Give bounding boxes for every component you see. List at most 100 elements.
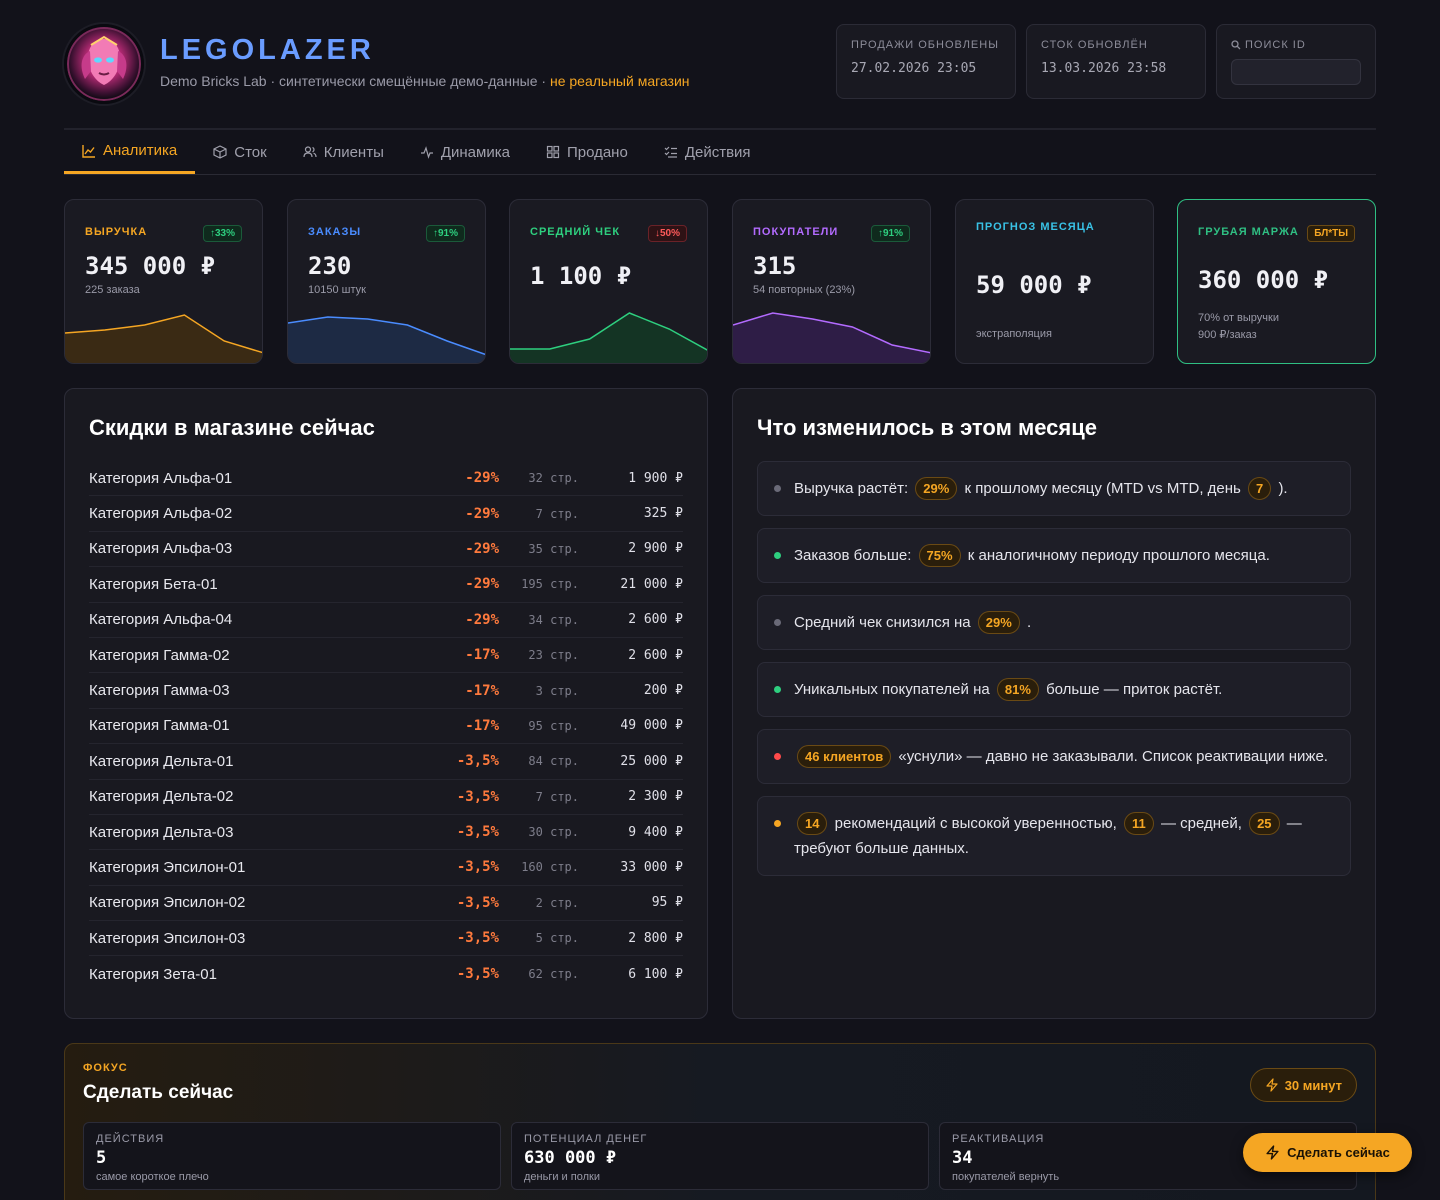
discount-row[interactable]: Категория Эпсилон-03 -3,5% 5 стр. 2 800 ₽ <box>89 921 683 957</box>
do-it-now-label: Сделать сейчас <box>1287 1145 1390 1160</box>
discount-row[interactable]: Категория Альфа-02 -29% 7 стр. 325 ₽ <box>89 496 683 532</box>
discount-row[interactable]: Категория Альфа-03 -29% 35 стр. 2 900 ₽ <box>89 532 683 568</box>
tab-clients[interactable]: Клиенты <box>285 130 402 174</box>
discount-category-name: Категория Эпсилон-01 <box>89 858 246 876</box>
discount-percent: -3,5% <box>456 966 499 983</box>
discount-item-count: 30 стр. <box>528 825 579 840</box>
discount-percent: -3,5% <box>456 859 499 876</box>
change-text: 46 клиентов «уснули» — давно не заказыва… <box>794 744 1328 769</box>
kpi-revenue-label: ВЫРУЧКА <box>85 226 148 238</box>
kpi-buyers-label: ПОКУПАТЕЛИ <box>753 226 839 238</box>
lightning-icon <box>1266 1078 1278 1092</box>
discount-row[interactable]: Категория Эпсилон-01 -3,5% 160 стр. 33 000 … <box>89 850 683 886</box>
kpi-avg-check-value: 1 100 ₽ <box>530 262 632 290</box>
change-item[interactable]: 14 рекомендаций с высокой уверенностью, … <box>757 796 1351 876</box>
kpi-forecast-sub: экстраполяция <box>976 328 1052 340</box>
focus-actions-sub: самое короткое плечо <box>96 1171 209 1183</box>
focus-money-box[interactable]: ПОТЕНЦИАЛ ДЕНЕГ 630 000 ₽ деньги и полки <box>511 1122 929 1190</box>
change-text: 14 рекомендаций с высокой уверенностью, … <box>794 811 1334 861</box>
discount-item-count: 35 стр. <box>528 541 579 556</box>
kpi-avg-check[interactable]: СРЕДНИЙ ЧЕК ↓50% 1 100 ₽ <box>509 199 708 364</box>
change-item[interactable]: Заказов больше: 75% к аналогичному перио… <box>757 528 1351 583</box>
discounts-title: Скидки в магазине сейчас <box>89 415 375 440</box>
list-check-icon <box>664 146 677 158</box>
discount-row[interactable]: Категория Альфа-01 -29% 32 стр. 1 900 ₽ <box>89 461 683 497</box>
stock-updated-card: СТОК ОБНОВЛЁН 13.03.2026 23:58 <box>1026 24 1206 99</box>
discount-row[interactable]: Категория Гамма-02 -17% 23 стр. 2 600 ₽ <box>89 638 683 674</box>
discount-row[interactable]: Категория Дельта-03 -3,5% 30 стр. 9 400 ₽ <box>89 815 683 851</box>
brand-logo[interactable] <box>64 24 144 104</box>
discount-row[interactable]: Категория Дельта-02 -3,5% 7 стр. 2 300 ₽ <box>89 780 683 815</box>
change-item[interactable]: Уникальных покупателей на 81% больше — п… <box>757 662 1351 717</box>
kpi-buyers-badge: ↑91% <box>870 225 910 242</box>
tab-dynamics-label: Динамика <box>440 143 510 161</box>
discount-category-name: Категория Гамма-01 <box>89 717 230 735</box>
discount-sum: 25 000 ₽ <box>620 753 683 769</box>
focus-actions-label: ДЕЙСТВИЯ <box>96 1133 165 1145</box>
tab-stock[interactable]: Сток <box>195 130 284 174</box>
discount-sum: 200 ₽ <box>643 683 683 699</box>
tab-analytics-label: Аналитика <box>103 142 178 159</box>
status-dot <box>774 552 781 559</box>
kpi-buyers[interactable]: ПОКУПАТЕЛИ ↑91% 315 54 повторных (23%) <box>732 199 931 364</box>
discount-percent: -29% <box>465 505 499 522</box>
lightning-icon <box>1266 1145 1279 1160</box>
discount-percent: -29% <box>465 611 499 628</box>
discount-percent: -29% <box>465 576 499 593</box>
grid-icon <box>546 145 560 159</box>
discount-row[interactable]: Категория Эпсилон-02 -3,5% 2 стр. 95 ₽ <box>89 886 683 922</box>
discount-sum: 2 300 ₽ <box>628 789 683 805</box>
kpi-margin-badge: БЛ*ТЫ <box>1307 225 1355 242</box>
discount-row[interactable]: Категория Альфа-04 -29% 34 стр. 2 600 ₽ <box>89 603 683 638</box>
discount-row[interactable]: Категория Дельта-01 -3,5% 84 стр. 25 000 ₽ <box>89 744 683 780</box>
box-icon <box>213 145 227 159</box>
kpi-avg-check-label: СРЕДНИЙ ЧЕК <box>530 226 621 238</box>
discount-row[interactable]: Категория Бета-01 -29% 195 стр. 21 000 ₽ <box>89 567 683 603</box>
discount-sum: 6 100 ₽ <box>628 966 683 982</box>
change-text-part: к прошлому месяцу (MTD vs MTD, день <box>964 480 1241 497</box>
tab-actions[interactable]: Действия <box>646 130 769 174</box>
brand-subtitle: Demo Bricks Lab · синтетически смещённые… <box>160 73 690 89</box>
kpi-revenue-value: 345 000 ₽ <box>85 252 216 280</box>
tab-sold[interactable]: Продано <box>528 130 646 174</box>
kpi-gross-margin[interactable]: ГРУБАЯ МАРЖА БЛ*ТЫ 360 000 ₽ 70% от выру… <box>1177 199 1376 364</box>
focus-label: ФОКУС <box>83 1062 128 1074</box>
do-it-now-button[interactable]: Сделать сейчас <box>1243 1133 1412 1172</box>
discount-category-name: Категория Эпсилон-03 <box>89 929 246 947</box>
discount-item-count: 160 стр. <box>521 860 579 875</box>
sparkline-area <box>65 315 262 363</box>
change-item[interactable]: Средний чек снизился на 29% . <box>757 595 1351 650</box>
change-item[interactable]: 46 клиентов «уснули» — давно не заказыва… <box>757 729 1351 784</box>
kpi-revenue[interactable]: ВЫРУЧКА ↑33% 345 000 ₽ 225 заказа <box>64 199 263 364</box>
stock-updated-value: 13.03.2026 23:58 <box>1041 61 1167 76</box>
kpi-margin-sub1: 70% от выручки <box>1198 312 1279 324</box>
discount-category-name: Категория Альфа-03 <box>89 540 233 558</box>
kpi-forecast[interactable]: ПРОГНОЗ МЕСЯЦА 59 000 ₽ экстраполяция <box>955 199 1154 364</box>
discount-item-count: 2 стр. <box>535 895 579 910</box>
tab-dynamics[interactable]: Динамика <box>402 130 528 174</box>
demo-warning: не реальный магазин <box>549 73 690 89</box>
kpi-avg-check-sparkline <box>510 312 707 363</box>
change-item[interactable]: Выручка растёт: 29% к прошлому месяцу (M… <box>757 461 1351 516</box>
kpi-margin-value: 360 000 ₽ <box>1198 266 1329 294</box>
kpi-orders[interactable]: ЗАКАЗЫ ↑91% 230 10150 штук <box>287 199 486 364</box>
discount-percent: -3,5% <box>456 788 499 805</box>
discount-row[interactable]: Категория Зета-01 -3,5% 62 стр. 6 100 ₽ <box>89 956 683 991</box>
search-label: ПОИСК ID <box>1231 39 1361 51</box>
discount-category-name: Категория Дельта-02 <box>89 788 234 806</box>
discount-row[interactable]: Категория Гамма-03 -17% 3 стр. 200 ₽ <box>89 673 683 709</box>
discount-row[interactable]: Категория Гамма-01 -17% 95 стр. 49 000 ₽ <box>89 709 683 745</box>
discount-category-name: Категория Дельта-03 <box>89 823 234 841</box>
focus-section: ФОКУС Сделать сейчас 30 минут ДЕЙСТВИЯ 5… <box>64 1043 1376 1200</box>
discount-sum: 9 400 ₽ <box>628 824 683 840</box>
kpi-orders-label: ЗАКАЗЫ <box>308 226 362 238</box>
discount-item-count: 23 стр. <box>528 648 579 663</box>
tab-actions-label: Действия <box>684 143 751 161</box>
time-estimate-chip[interactable]: 30 минут <box>1249 1068 1357 1102</box>
tab-analytics[interactable]: Аналитика <box>64 130 196 174</box>
discount-item-count: 195 стр. <box>521 577 579 592</box>
kpi-revenue-sub: 225 заказа <box>85 284 140 296</box>
tab-sold-label: Продано <box>566 143 628 161</box>
search-id-input[interactable] <box>1231 59 1361 85</box>
focus-actions-box[interactable]: ДЕЙСТВИЯ 5 самое короткое плечо <box>83 1122 501 1190</box>
